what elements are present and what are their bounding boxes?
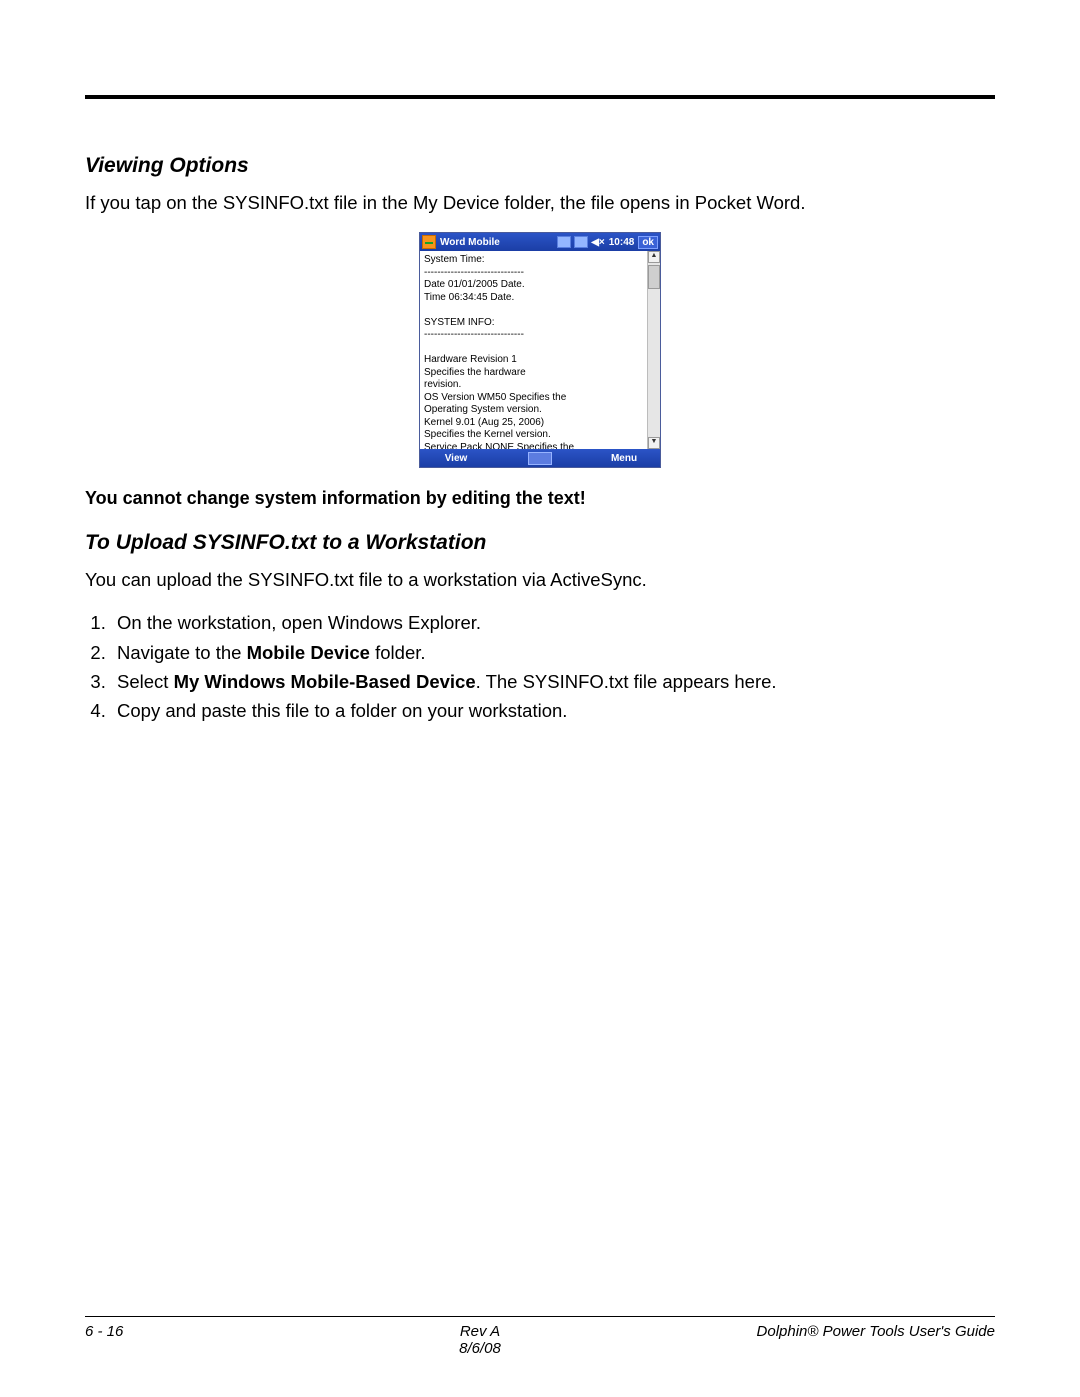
scroll-down-icon[interactable]: ▼	[648, 437, 660, 449]
footer-page-number: 6 - 16	[85, 1323, 265, 1340]
section-heading-upload: To Upload SYSINFO.txt to a Workstation	[85, 531, 995, 555]
footer-date: 8/6/08	[265, 1340, 695, 1357]
speaker-icon: ◀×	[591, 237, 605, 248]
step-4: Copy and paste this file to a folder on …	[111, 699, 995, 722]
menubar-view-button[interactable]: View	[420, 453, 492, 464]
start-flag-icon	[422, 235, 436, 249]
step-2-text-b: folder.	[370, 642, 426, 663]
step-2-text-a: Navigate to the	[117, 642, 247, 663]
footer-guide-title: Dolphin® Power Tools User's Guide	[695, 1323, 995, 1340]
warning-text: You cannot change system information by …	[85, 488, 995, 509]
vertical-scrollbar[interactable]: ▲ ▼	[647, 251, 660, 449]
step-2: Navigate to the Mobile Device folder.	[111, 641, 995, 664]
upload-steps-list: On the workstation, open Windows Explore…	[85, 605, 995, 728]
step-2-bold: Mobile Device	[247, 642, 370, 663]
step-3-text-a: Select	[117, 671, 174, 692]
page-footer: 6 - 16 Rev A 8/6/08 Dolphin® Power Tools…	[85, 1317, 995, 1357]
document-text-area: System Time: ---------------------------…	[420, 251, 647, 449]
footer-revision: Rev A	[265, 1323, 695, 1340]
menubar-menu-button[interactable]: Menu	[588, 453, 660, 464]
pocket-word-screenshot: Word Mobile ◀× 10:48 ok System Time: ---…	[419, 232, 661, 468]
device-clock: 10:48	[609, 237, 635, 248]
ok-button[interactable]: ok	[638, 236, 658, 249]
step-3-bold: My Windows Mobile-Based Device	[174, 671, 476, 692]
device-titlebar: Word Mobile ◀× 10:48 ok	[420, 233, 660, 251]
device-status-icons: ◀×	[557, 236, 605, 248]
keyboard-icon[interactable]	[528, 452, 552, 465]
signal-icon	[557, 236, 571, 248]
section2-paragraph: You can upload the SYSINFO.txt file to a…	[85, 569, 995, 591]
step-3: Select My Windows Mobile-Based Device. T…	[111, 670, 995, 693]
device-app-title: Word Mobile	[440, 237, 557, 248]
section-heading-viewing-options: Viewing Options	[85, 154, 995, 178]
step-3-text-b: . The SYSINFO.txt file appears here.	[476, 671, 777, 692]
scroll-up-icon[interactable]: ▲	[648, 251, 660, 263]
top-rule	[85, 95, 995, 99]
section1-paragraph: If you tap on the SYSINFO.txt file in th…	[85, 192, 995, 214]
device-menubar: View Menu	[420, 449, 660, 467]
connectivity-icon	[574, 236, 588, 248]
scroll-thumb[interactable]	[648, 265, 660, 289]
step-1: On the workstation, open Windows Explore…	[111, 611, 995, 634]
